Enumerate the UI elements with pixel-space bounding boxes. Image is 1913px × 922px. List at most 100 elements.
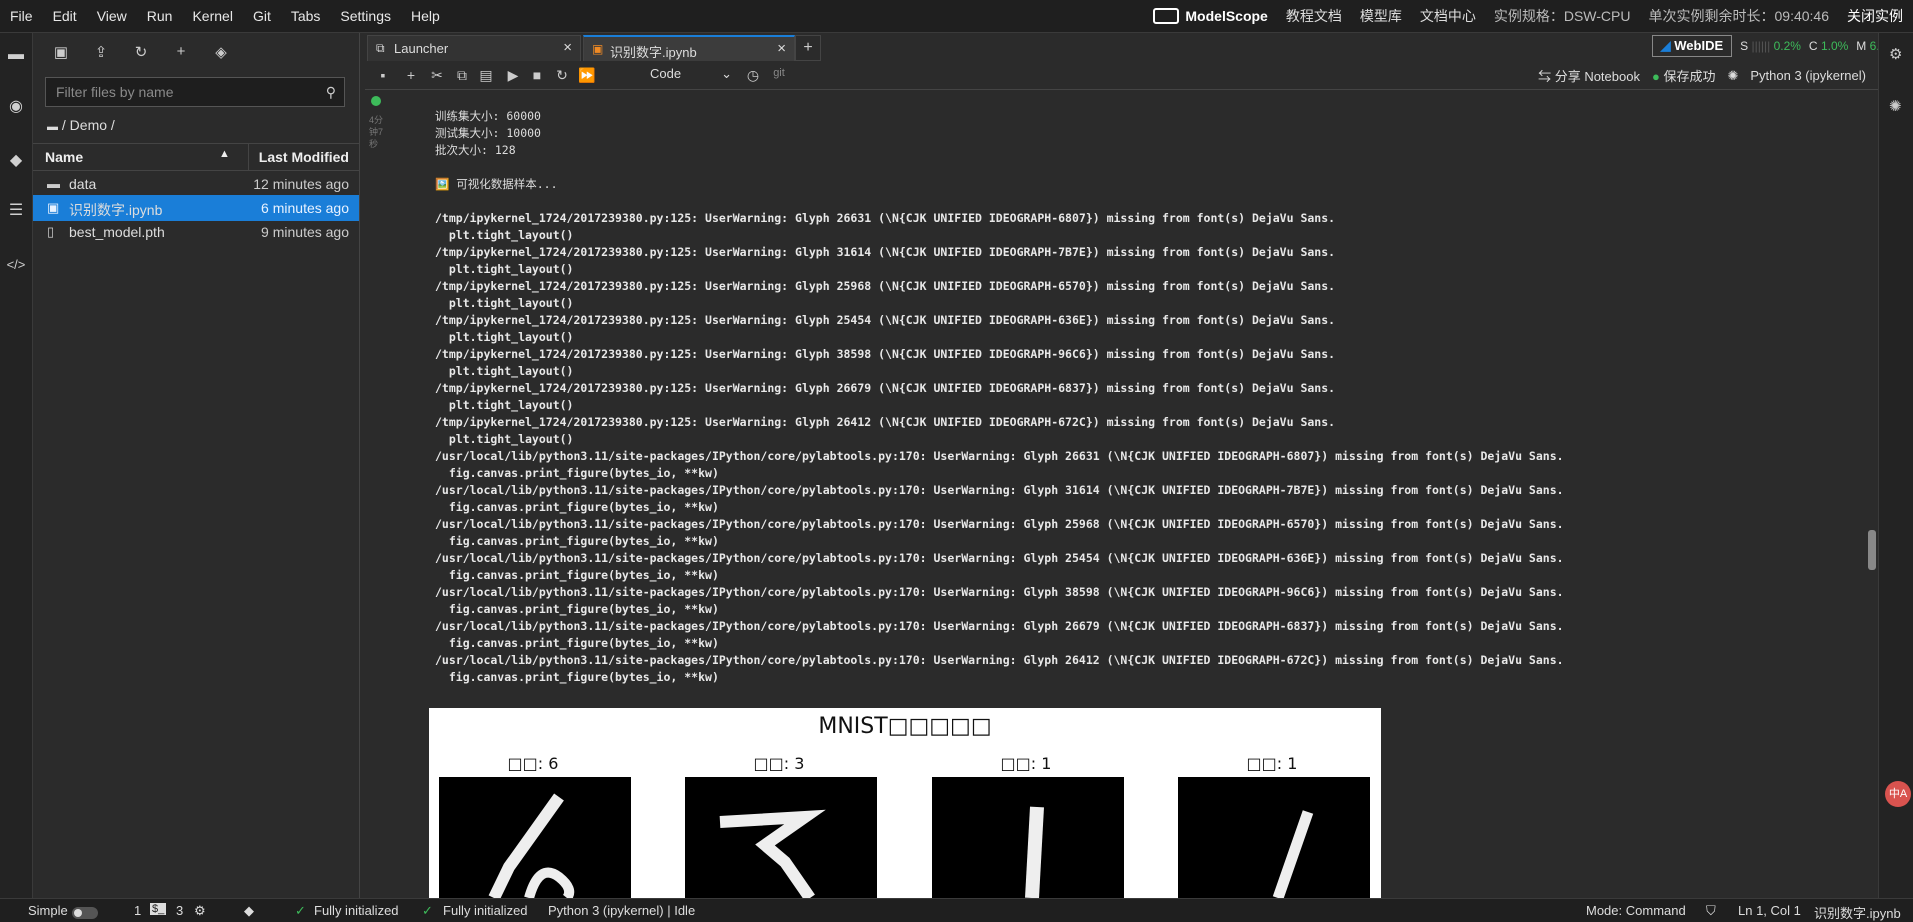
terminal-icon[interactable]: $_	[150, 903, 167, 915]
run-all-icon[interactable]: ⏩	[578, 67, 595, 84]
menu-kernel[interactable]: Kernel	[182, 8, 242, 24]
toc-icon[interactable]: ☰	[6, 201, 26, 221]
warning-line: /usr/local/lib/python3.11/site-packages/…	[435, 483, 1564, 497]
paste-icon[interactable]: ▤	[478, 67, 494, 84]
debugger-icon[interactable]: ✺	[1727, 68, 1738, 84]
menu-view[interactable]: View	[87, 8, 137, 24]
storage-bar: ||||||	[1751, 39, 1771, 53]
kernel-name[interactable]: Python 3 (ipykernel)	[1750, 68, 1866, 83]
run-icon[interactable]: ▶	[505, 67, 521, 84]
storage-label: S	[1740, 39, 1749, 53]
warning-line: /usr/local/lib/python3.11/site-packages/…	[435, 449, 1564, 463]
lsp-status[interactable]: Fully initialized	[314, 903, 399, 918]
chevron-down-icon: ⌄	[721, 66, 732, 81]
folder-icon[interactable]: ▬	[6, 45, 26, 65]
lsp-status[interactable]: Fully initialized	[443, 903, 528, 918]
execution-time: 4分钟7秒	[369, 115, 384, 149]
menu-file[interactable]: File	[0, 8, 43, 24]
kernel-icon[interactable]: ⚙	[194, 903, 206, 919]
code-icon[interactable]: </>	[6, 255, 26, 275]
git-clone-icon[interactable]: ◈	[211, 43, 231, 61]
warning-line: plt.tight_layout()	[435, 398, 574, 412]
check-icon: ✓	[422, 903, 433, 918]
warning-line: /tmp/ipykernel_1724/2017239380.py:125: U…	[435, 415, 1336, 429]
menu-tabs[interactable]: Tabs	[281, 8, 331, 24]
cell-success-icon	[371, 96, 381, 106]
output-line: 测试集大小: 10000	[435, 126, 541, 140]
breadcrumb-path: / Demo /	[61, 117, 115, 133]
digit-one-drawing	[1025, 806, 1044, 898]
menu-git[interactable]: Git	[243, 8, 281, 24]
git-icon[interactable]: ◆	[6, 151, 26, 171]
storage-value: 0.2%	[1773, 39, 1801, 53]
debugger-icon[interactable]: ✺	[1889, 97, 1902, 115]
link-tutorial-docs[interactable]: 教程文档	[1286, 6, 1342, 26]
menu-help[interactable]: Help	[401, 8, 450, 24]
file-filter-input[interactable]: Filter files by name ⚲	[45, 77, 345, 107]
warning-line: /usr/local/lib/python3.11/site-packages/…	[435, 619, 1564, 633]
clock-icon[interactable]: ◷	[745, 67, 761, 84]
digit-one-drawing	[1272, 810, 1314, 898]
file-list-header: Name ▲ Last Modified	[33, 143, 359, 171]
cut-icon[interactable]: ✂	[429, 67, 445, 84]
breadcrumb[interactable]: ▬ / Demo /	[47, 117, 115, 133]
upload-icon[interactable]: ⇪	[91, 43, 111, 61]
new-file-icon[interactable]: +	[171, 43, 191, 61]
trusted-icon[interactable]: ⛉	[1706, 903, 1716, 919]
refresh-icon[interactable]: ↻	[131, 43, 151, 61]
subplot-title: □□: 3	[753, 754, 805, 773]
git-label[interactable]: git	[769, 67, 789, 79]
simple-mode-toggle[interactable]	[72, 904, 98, 919]
warning-line: /usr/local/lib/python3.11/site-packages/…	[435, 585, 1564, 599]
save-status: ● 保存成功	[1652, 66, 1716, 85]
activity-bar: ▬ ◉ ◆ ☰ </>	[0, 33, 33, 898]
share-notebook-button[interactable]: ⇆ 分享 Notebook	[1538, 66, 1640, 85]
tab-launcher[interactable]: ⧉ Launcher ×	[367, 35, 581, 61]
link-model-library[interactable]: 模型库	[1360, 6, 1402, 26]
column-name[interactable]: Name	[45, 149, 83, 165]
tab-notebook[interactable]: ▣ 识别数字.ipynb ×	[583, 35, 795, 61]
link-docs-center[interactable]: 文档中心	[1420, 6, 1476, 26]
check-icon: ✓	[295, 903, 306, 918]
git-status-icon[interactable]: ◆	[244, 903, 254, 919]
property-inspector-icon[interactable]: ⚙	[1889, 45, 1902, 63]
column-last-modified[interactable]: Last Modified	[259, 149, 349, 165]
file-row[interactable]: ▯ best_model.pth 9 minutes ago	[33, 219, 359, 245]
close-instance-button[interactable]: 关闭实例	[1847, 6, 1903, 26]
output-line: 训练集大小: 60000	[435, 109, 541, 123]
webide-button[interactable]: ◢ WebIDE	[1651, 35, 1733, 57]
new-folder-icon[interactable]: ▣	[51, 43, 71, 61]
close-icon[interactable]: ×	[563, 39, 572, 56]
notebook-icon: ▣	[47, 200, 60, 215]
kernel-status[interactable]: Python 3 (ipykernel) | Idle	[548, 903, 695, 918]
scrollbar-thumb[interactable]	[1868, 530, 1876, 570]
file-modified: 12 minutes ago	[253, 176, 349, 192]
menu-edit[interactable]: Edit	[43, 8, 87, 24]
file-modified: 6 minutes ago	[261, 200, 349, 216]
file-row-selected[interactable]: ▣ 识别数字.ipynb 6 minutes ago	[33, 195, 359, 221]
save-status-label: 保存成功	[1663, 69, 1716, 84]
file-icon: ▯	[47, 224, 55, 239]
notebook-area[interactable]: 4分钟7秒 训练集大小: 60000 测试集大小: 10000 批次大小: 12…	[365, 90, 1873, 898]
warning-line: /usr/local/lib/python3.11/site-packages/…	[435, 551, 1564, 565]
close-icon[interactable]: ×	[777, 40, 786, 57]
running-icon[interactable]: ◉	[6, 97, 26, 117]
stop-icon[interactable]: ■	[529, 67, 545, 83]
cell-type-select[interactable]: Code ⌄	[650, 66, 732, 81]
subplot-title: □□: 6	[507, 754, 559, 773]
translate-icon[interactable]: 中A	[1885, 781, 1911, 807]
new-tab-button[interactable]: +	[795, 35, 821, 61]
share-label: 分享 Notebook	[1554, 69, 1640, 84]
menu-settings[interactable]: Settings	[330, 8, 401, 24]
warning-line: plt.tight_layout()	[435, 262, 574, 276]
save-icon[interactable]: ▪	[375, 67, 391, 83]
file-row[interactable]: ▬ data 12 minutes ago	[33, 171, 359, 197]
cursor-position[interactable]: Ln 1, Col 1	[1738, 903, 1801, 918]
menu-run[interactable]: Run	[137, 8, 183, 24]
insert-cell-icon[interactable]: +	[403, 67, 419, 83]
modelscope-logo[interactable]: ModelScope	[1153, 8, 1268, 24]
sort-caret-icon[interactable]: ▲	[219, 148, 230, 160]
copy-icon[interactable]: ⧉	[454, 67, 470, 84]
restart-icon[interactable]: ↻	[554, 67, 570, 84]
notebook-scrollbar[interactable]	[1866, 90, 1878, 888]
